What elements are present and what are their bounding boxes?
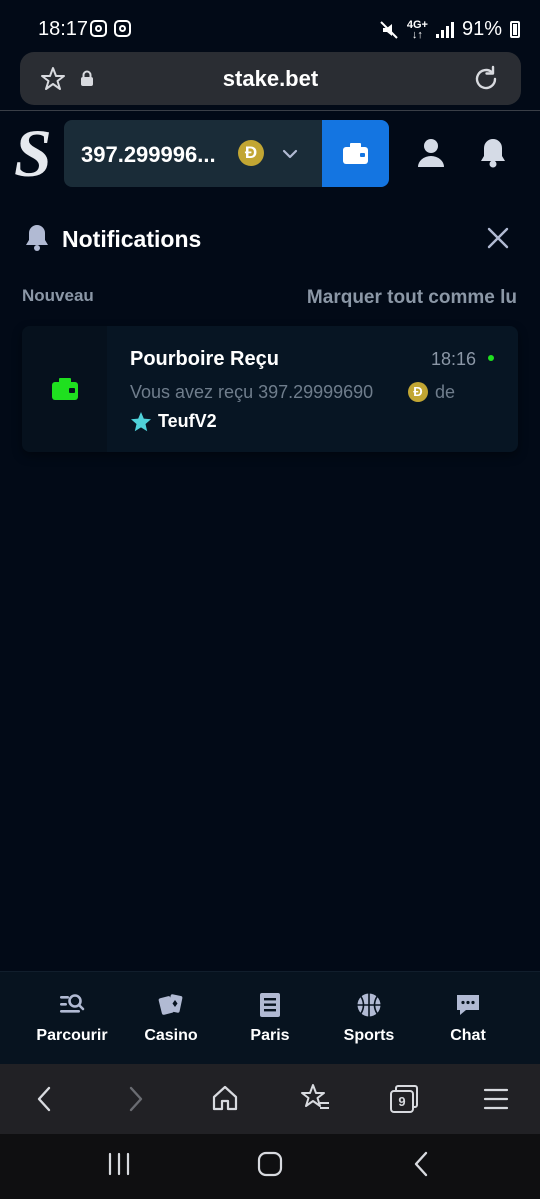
mute-icon bbox=[380, 20, 398, 39]
back-arrow-icon[interactable] bbox=[32, 1085, 56, 1113]
signal-icon bbox=[435, 21, 454, 38]
wallet-icon bbox=[52, 378, 78, 400]
chevron-down-icon[interactable] bbox=[280, 144, 300, 164]
url-text[interactable]: stake.bet bbox=[20, 66, 521, 92]
nav-label: Chat bbox=[450, 1027, 486, 1044]
nav-label: Casino bbox=[144, 1027, 198, 1044]
notification-card[interactable]: Pourboire Reçu 18:16 Vous avez reçu 397.… bbox=[22, 326, 518, 452]
notification-time: 18:16 bbox=[431, 349, 477, 369]
url-bar[interactable]: stake.bet bbox=[20, 52, 521, 105]
battery-icon bbox=[510, 21, 520, 38]
wallet-icon bbox=[343, 143, 368, 164]
betslip-icon bbox=[260, 993, 280, 1017]
balance-selector[interactable]: 397.299996... Ð bbox=[64, 120, 322, 187]
basketball-icon bbox=[357, 993, 381, 1017]
bottom-nav: Parcourir Casino Paris Sports Chat bbox=[0, 971, 540, 1064]
nav-label: Parcourir bbox=[36, 1027, 108, 1044]
browse-search-icon bbox=[60, 994, 85, 1013]
status-right: 4G+ ↓↑ 91% bbox=[379, 18, 520, 41]
balance-amount: 397.299996... bbox=[81, 142, 216, 167]
nav-sports[interactable]: Sports bbox=[319, 972, 419, 1065]
vip-star-icon bbox=[131, 412, 151, 432]
recent-apps-icon[interactable] bbox=[106, 1152, 132, 1176]
bell-icon bbox=[26, 225, 48, 251]
nav-label: Sports bbox=[343, 1027, 395, 1044]
instagram-icon bbox=[90, 20, 107, 37]
nav-label: Paris bbox=[250, 1027, 290, 1044]
notifications-title: Notifications bbox=[62, 226, 202, 252]
mark-all-read-button[interactable]: Marquer tout comme lu bbox=[307, 287, 517, 309]
network-type: 4G+ ↓↑ bbox=[406, 18, 428, 41]
nav-casino[interactable]: Casino bbox=[121, 972, 221, 1065]
notification-title: Pourboire Reçu bbox=[130, 348, 279, 370]
battery-percent: 91% bbox=[461, 18, 502, 40]
forward-arrow-icon[interactable] bbox=[124, 1085, 148, 1113]
bell-icon[interactable] bbox=[478, 136, 508, 170]
tabs-count: 9 bbox=[398, 1094, 406, 1109]
notification-user[interactable]: TeufV2 bbox=[158, 411, 217, 432]
stake-logo[interactable]: S bbox=[14, 118, 52, 188]
dogecoin-icon: Ð bbox=[408, 382, 428, 402]
status-time: 18:17 bbox=[38, 18, 89, 40]
wallet-button[interactable] bbox=[322, 120, 389, 187]
back-button-icon[interactable] bbox=[410, 1151, 432, 1177]
unread-dot bbox=[488, 355, 494, 361]
dogecoin-icon: Ð bbox=[238, 140, 264, 166]
home-icon[interactable] bbox=[211, 1084, 239, 1112]
notification-message: Vous avez reçu 397.29999690 bbox=[130, 382, 374, 402]
chat-icon bbox=[457, 995, 479, 1015]
nav-bets[interactable]: Paris bbox=[220, 972, 320, 1065]
notification-icon-area bbox=[22, 326, 107, 452]
nav-chat[interactable]: Chat bbox=[418, 972, 518, 1065]
system-nav-bar bbox=[0, 1134, 540, 1199]
user-icon[interactable] bbox=[415, 137, 447, 169]
divider bbox=[0, 110, 540, 111]
home-button-icon[interactable] bbox=[257, 1151, 283, 1177]
section-label-new: Nouveau bbox=[22, 286, 94, 305]
reload-icon[interactable] bbox=[472, 65, 500, 93]
notification-message-suffix: de bbox=[435, 382, 456, 402]
bookmarks-icon[interactable] bbox=[299, 1083, 331, 1113]
tabs-button[interactable]: 9 bbox=[389, 1084, 419, 1114]
cards-icon bbox=[158, 994, 183, 1015]
close-icon[interactable] bbox=[486, 226, 510, 250]
browser-toolbar: 9 bbox=[0, 1064, 540, 1134]
menu-icon[interactable] bbox=[483, 1087, 509, 1111]
status-bar: 18:17 4G+ ↓↑ 91% bbox=[0, 0, 540, 52]
instagram-icon bbox=[114, 20, 131, 37]
nav-browse[interactable]: Parcourir bbox=[22, 972, 122, 1065]
